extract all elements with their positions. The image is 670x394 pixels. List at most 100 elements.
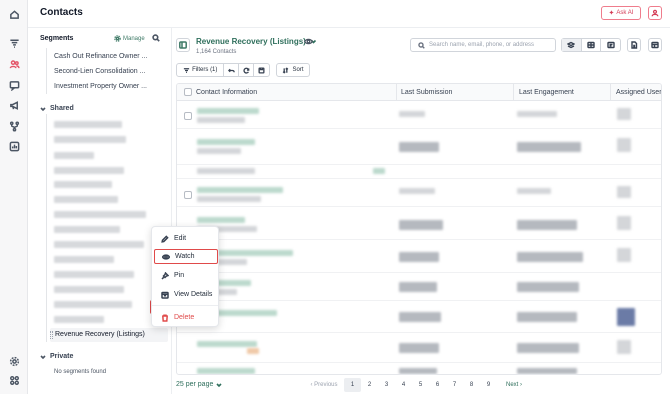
private-group-toggle[interactable]: Private — [40, 353, 73, 360]
segment-item[interactable]: Cash Out Refinance Owner ... — [54, 53, 147, 60]
watch-eye-icon[interactable] — [304, 37, 313, 46]
undo-button[interactable] — [224, 64, 240, 76]
menu-item-delete[interactable]: Delete — [154, 310, 218, 325]
column-header[interactable]: Contact Information — [196, 89, 257, 96]
settings-icon[interactable] — [7, 354, 21, 368]
segment-item-redacted[interactable] — [54, 271, 134, 278]
segment-item-redacted[interactable] — [54, 152, 94, 159]
menu-item-watch[interactable]: Watch — [154, 249, 218, 264]
segment-item[interactable]: Investment Property Owner ... — [54, 83, 147, 90]
page-button[interactable]: 3 — [378, 378, 395, 392]
contact-name-redacted[interactable] — [197, 139, 255, 145]
row-checkbox[interactable] — [184, 191, 192, 199]
page-button[interactable]: 9 — [480, 378, 497, 392]
page-button[interactable]: 4 — [395, 378, 412, 392]
page-button[interactable]: 7 — [446, 378, 463, 392]
user-profile-button[interactable] — [648, 6, 662, 20]
segment-item-redacted[interactable] — [54, 256, 114, 263]
workflow-icon[interactable] — [7, 119, 21, 133]
left-nav-rail — [0, 0, 28, 394]
sort-button[interactable]: Sort — [276, 63, 310, 77]
contact-name-redacted[interactable] — [197, 368, 255, 374]
segment-item-redacted[interactable] — [54, 301, 132, 308]
segment-item-redacted[interactable] — [54, 226, 120, 233]
top-header: Contacts ✦ Ask AI — [28, 0, 670, 28]
column-header[interactable]: Last Submission — [401, 89, 452, 96]
segment-item-redacted[interactable] — [54, 241, 144, 248]
submission-redacted — [399, 282, 437, 292]
segment-item-redacted[interactable] — [54, 121, 122, 128]
messages-icon[interactable] — [7, 78, 21, 92]
page-button[interactable]: 5 — [412, 378, 429, 392]
segment-sidebar-toggle[interactable] — [176, 38, 190, 52]
shared-group-label: Shared — [50, 105, 74, 112]
column-header[interactable]: Assigned User — [616, 89, 661, 96]
segment-item-redacted[interactable] — [54, 181, 112, 188]
page-button[interactable]: 6 — [429, 378, 446, 392]
table-icon — [587, 41, 595, 49]
chevron-down-icon — [40, 106, 46, 111]
segment-item-redacted[interactable] — [54, 136, 126, 143]
contact-count: 1,164 Contacts — [196, 49, 237, 55]
filters-label: Filters (1) — [192, 67, 218, 73]
ask-ai-button[interactable]: ✦ Ask AI — [601, 6, 641, 20]
page-button[interactable]: 1 — [344, 378, 361, 392]
segment-item-redacted[interactable] — [54, 211, 146, 218]
per-page-select[interactable]: 25 per page — [176, 381, 222, 388]
page-button[interactable]: 8 — [463, 378, 480, 392]
segment-item-redacted[interactable] — [54, 286, 124, 293]
contact-name-redacted[interactable] — [197, 108, 259, 114]
card-view-button[interactable] — [601, 39, 620, 51]
filters-button[interactable]: Filters (1) — [177, 64, 225, 76]
prev-label: Previous — [314, 382, 338, 388]
drag-handle-icon[interactable] — [50, 331, 53, 339]
segment-item-redacted[interactable] — [54, 167, 124, 174]
segment-search-icon[interactable] — [152, 34, 160, 42]
select-all-checkbox[interactable] — [184, 88, 192, 96]
submission-redacted — [399, 142, 439, 152]
contact-name-redacted[interactable] — [197, 341, 257, 347]
contact-name-redacted[interactable] — [197, 217, 245, 223]
shared-group-toggle[interactable]: Shared — [40, 105, 74, 112]
home-icon[interactable] — [7, 7, 21, 21]
menu-item-view-details[interactable]: View Details — [154, 287, 218, 302]
table-view-button[interactable] — [582, 39, 602, 51]
contact-name-redacted[interactable] — [197, 187, 283, 193]
column-divider[interactable] — [513, 84, 514, 101]
list-view-button[interactable] — [562, 39, 582, 51]
sparkle-icon: ✦ — [608, 10, 615, 17]
megaphone-icon[interactable] — [7, 98, 21, 112]
chevron-right-icon: › — [518, 382, 522, 388]
row-divider — [177, 206, 661, 207]
segment-item[interactable]: Second-Lien Consolidation ... — [54, 68, 145, 75]
column-header[interactable]: Last Engagement — [519, 89, 574, 96]
contact-search-input[interactable]: Search name, email, phone, or address — [410, 38, 556, 52]
refresh-button[interactable] — [239, 64, 255, 76]
segment-selector[interactable]: Revenue Recovery (Listings) — [196, 37, 317, 46]
page-button[interactable]: 2 — [361, 378, 378, 392]
column-divider[interactable] — [396, 84, 397, 101]
funnel-icon[interactable] — [7, 36, 21, 50]
column-settings-button[interactable] — [648, 38, 662, 52]
user-icon — [651, 9, 659, 17]
sort-label: Sort — [292, 67, 304, 73]
active-segment-item[interactable]: Revenue Recovery (Listings) — [50, 328, 168, 342]
contacts-icon[interactable] — [7, 57, 21, 71]
next-page-button[interactable]: Next › — [497, 378, 531, 392]
menu-item-pin[interactable]: Pin — [154, 268, 218, 283]
previous-page-button[interactable]: ‹ Previous — [304, 378, 344, 392]
menu-item-edit[interactable]: Edit — [154, 231, 218, 246]
export-button[interactable] — [627, 38, 641, 52]
private-group-label: Private — [50, 353, 74, 360]
column-divider[interactable] — [610, 84, 611, 101]
engagement-redacted — [517, 368, 577, 374]
manage-segments-button[interactable]: Manage — [114, 35, 145, 42]
row-checkbox[interactable] — [184, 112, 192, 120]
apps-icon[interactable] — [7, 373, 21, 387]
segment-item-redacted[interactable] — [54, 316, 104, 323]
analytics-icon[interactable] — [7, 139, 21, 153]
segment-item-redacted[interactable] — [54, 196, 118, 203]
menu-item-label: Edit — [174, 235, 187, 242]
page-title: Contacts — [40, 7, 83, 18]
save-filter-button[interactable] — [254, 64, 269, 76]
